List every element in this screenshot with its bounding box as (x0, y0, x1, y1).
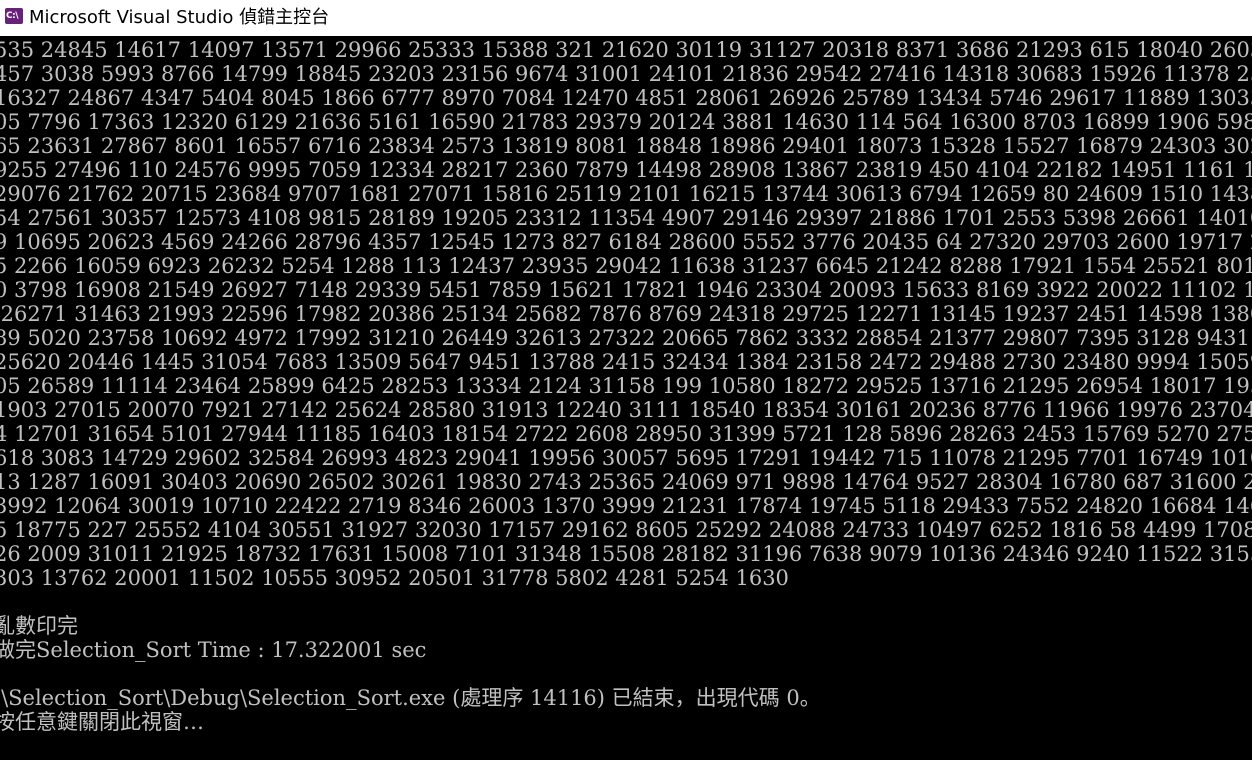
console-line: 亂數印完 (0, 614, 78, 638)
console-line: 9 10695 20623 4569 24266 28796 4357 1254… (0, 230, 1252, 254)
console-line: 05 26589 11114 23464 25899 6425 28253 13… (0, 374, 1252, 398)
console-line: 9255 27496 110 24576 9995 7059 12334 282… (0, 158, 1252, 182)
console-line: 5 18775 227 25552 4104 30551 31927 32030… (0, 518, 1252, 542)
console-line: 26271 31463 21993 22596 17982 20386 2513… (0, 302, 1252, 326)
console-line: 29076 21762 20715 23684 9707 1681 27071 … (0, 182, 1252, 206)
console-line: 25620 20446 1445 31054 7683 13509 5647 9… (0, 350, 1252, 374)
console-line: 89 5020 23758 10692 4972 17992 31210 264… (0, 326, 1252, 350)
console-line: 1903 27015 20070 7921 27142 25624 28580 … (0, 398, 1252, 422)
console-line: 4 12701 31654 5101 27944 11185 16403 181… (0, 422, 1252, 446)
title-bar[interactable]: C:\ Microsoft Visual Studio 偵錯主控台 (0, 0, 1252, 36)
console-line: 16327 24867 4347 5404 8045 1866 6777 897… (0, 86, 1252, 110)
app-icon-label: C:\ (6, 11, 19, 21)
window-title: Microsoft Visual Studio 偵錯主控台 (29, 7, 330, 28)
console-line: 按任意鍵關閉此視窗… (0, 710, 204, 734)
visual-studio-console-icon: C:\ (5, 8, 23, 24)
console-line: 做完Selection_Sort Time : 17.322001 sec (0, 638, 427, 662)
console-line: 05 7796 17363 12320 6129 21636 5161 1659… (0, 110, 1252, 134)
console-output[interactable]: 535 24845 14617 14097 13571 29966 25333 … (0, 38, 1252, 760)
console-line: 26 2009 31011 21925 18732 17631 15008 71… (0, 542, 1252, 566)
console-line: 65 23631 27867 8601 16557 6716 23834 257… (0, 134, 1252, 158)
console-line: 303 13762 20001 11502 10555 30952 20501 … (0, 566, 789, 590)
console-line: 0 3798 16908 21549 26927 7148 29339 5451… (0, 278, 1252, 302)
console-line: 5 2266 16059 6923 26232 5254 1288 113 12… (0, 254, 1252, 278)
console-line: 535 24845 14617 14097 13571 29966 25333 … (0, 38, 1252, 62)
console-line: 3992 12064 30019 10710 22422 2719 8346 2… (0, 494, 1252, 518)
console-line: 618 3083 14729 29602 32584 26993 4823 29… (0, 446, 1252, 470)
console-line: 457 3038 5993 8766 14799 18845 23203 231… (0, 62, 1252, 86)
console-line: :\Selection_Sort\Debug\Selection_Sort.ex… (0, 686, 821, 710)
console-line: 13 1287 16091 30403 20690 26502 30261 19… (0, 470, 1252, 494)
console-line: 54 27561 30357 12573 4108 9815 28189 192… (0, 206, 1252, 230)
